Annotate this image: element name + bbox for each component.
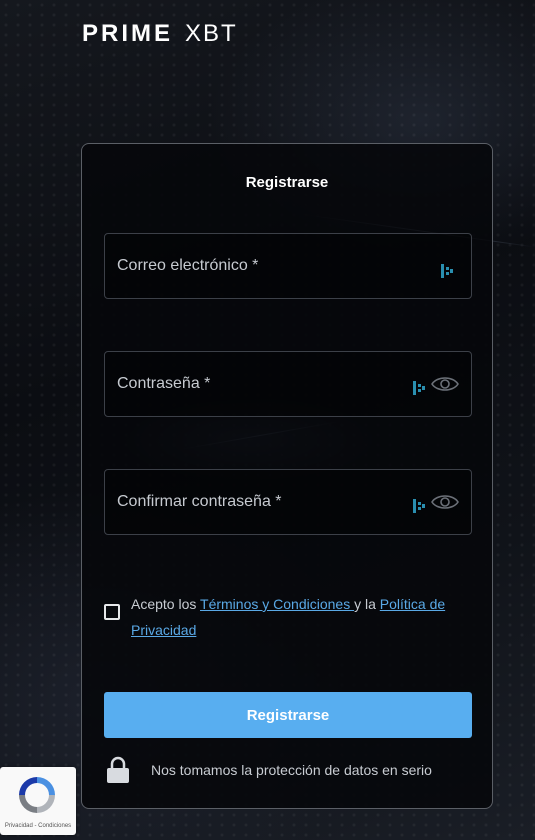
email-input[interactable] [105,234,471,298]
security-note: Nos tomamos la protección de datos en se… [104,756,472,786]
password-manager-icon[interactable] [441,264,453,278]
terms-text: Acepto los Términos y Condiciones y la P… [131,591,472,643]
eye-icon[interactable] [431,375,459,393]
lock-icon [107,756,129,783]
register-card: Registrarse Correo electrónico * Acepto … [81,143,493,809]
brand-logo[interactable]: PRIME XBT [82,20,238,48]
confirm-password-field[interactable] [104,469,472,535]
register-button[interactable]: Registrarse [104,692,472,738]
email-field[interactable] [104,233,472,299]
terms-middle: y la [354,596,380,612]
password-manager-icon[interactable] [413,381,425,395]
password-manager-icon[interactable] [413,499,425,513]
recaptcha-icon [19,777,55,813]
brand-prime: PRIME [82,20,174,47]
brand-xbt: XBT [185,20,238,47]
password-field[interactable] [104,351,472,417]
terms-checkbox[interactable] [104,604,120,620]
page-title: Registrarse [245,174,329,191]
recaptcha-badge[interactable]: Privacidad - Condiciones [0,767,76,835]
security-note-text: Nos tomamos la protección de datos en se… [151,762,432,778]
terms-prefix: Acepto los [131,596,201,612]
eye-icon[interactable] [431,493,459,511]
terms-link[interactable]: Términos y Condiciones [200,596,354,612]
terms-row: Acepto los Términos y Condiciones y la P… [104,591,472,643]
recaptcha-links[interactable]: Privacidad - Condiciones [0,823,76,829]
